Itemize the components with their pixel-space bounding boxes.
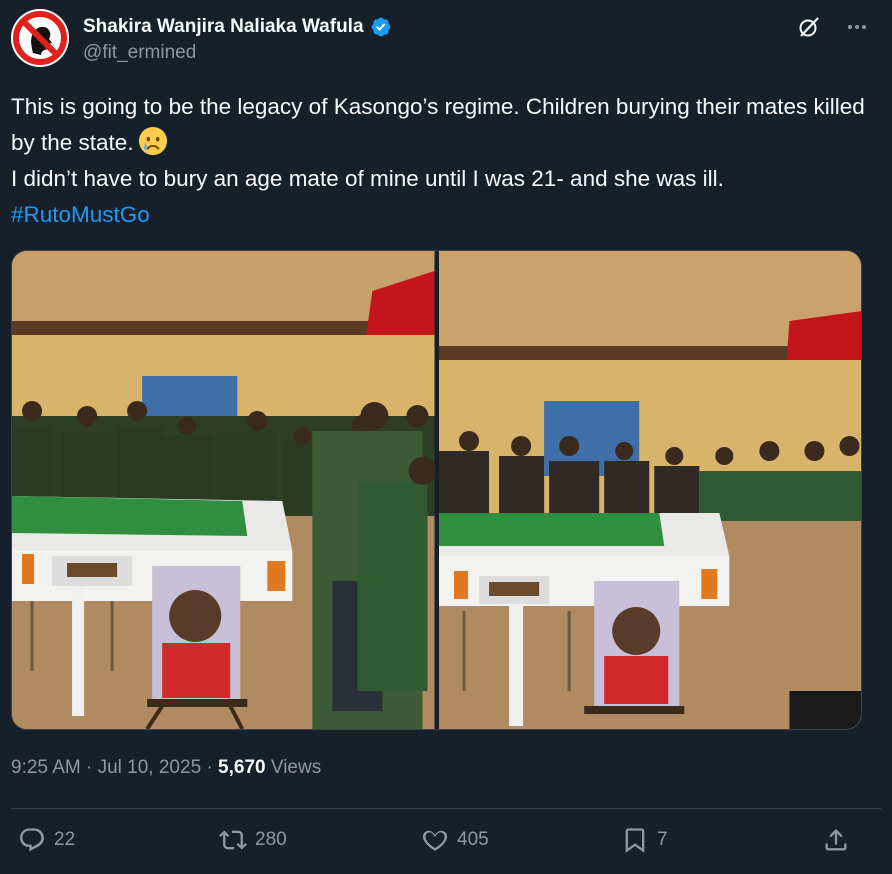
- grok-button[interactable]: [794, 12, 824, 42]
- post-meta: 9:25 AM · Jul 10, 2025 · 5,670 Views: [11, 757, 321, 779]
- post-date[interactable]: Jul 10, 2025: [98, 757, 202, 778]
- grok-icon: [799, 17, 819, 37]
- share-button[interactable]: [822, 826, 850, 854]
- funeral-photo-right: [438, 251, 861, 729]
- more-icon: [848, 25, 866, 29]
- reply-icon: [20, 828, 44, 852]
- meta-separator-1: ·: [86, 757, 93, 778]
- repost-button[interactable]: 280: [219, 826, 287, 854]
- meta-separator-2: ·: [206, 757, 213, 778]
- bookmark-icon: [625, 828, 645, 853]
- post-text-line-1: This is going to be the legacy of Kasong…: [11, 89, 871, 161]
- repost-count: 280: [255, 829, 287, 850]
- top-actions: [794, 12, 872, 42]
- reply-count: 22: [54, 829, 76, 850]
- like-count: 405: [457, 829, 489, 850]
- author-avatar[interactable]: [11, 9, 69, 67]
- verified-badge-icon: [371, 17, 390, 37]
- photo-2[interactable]: [438, 251, 861, 729]
- like-button[interactable]: 405: [421, 826, 489, 854]
- media-grid: [11, 250, 862, 730]
- author-handle[interactable]: @fit_ermined: [83, 42, 196, 64]
- post-hashtag-line: #RutoMustGo: [11, 197, 871, 233]
- hashtag-link[interactable]: #RutoMustGo: [11, 202, 150, 227]
- actions-divider: [11, 808, 881, 809]
- post-header: Shakira Wanjira Naliaka Wafula @fit_ermi…: [11, 6, 872, 68]
- bookmark-count: 7: [657, 829, 668, 850]
- author-name-row: Shakira Wanjira Naliaka Wafula: [83, 16, 392, 38]
- more-button[interactable]: [842, 12, 872, 42]
- bookmark-button[interactable]: 7: [621, 826, 668, 854]
- crying-face-icon: [138, 126, 167, 156]
- reply-button[interactable]: 22: [18, 826, 75, 854]
- views-count: 5,670: [218, 757, 266, 778]
- repost-icon: [219, 830, 247, 850]
- author-display-name[interactable]: Shakira Wanjira Naliaka Wafula: [83, 16, 364, 38]
- photo-1[interactable]: [12, 251, 435, 729]
- views-label: Views: [270, 757, 322, 778]
- like-icon: [422, 830, 448, 851]
- funeral-photo-left: [12, 251, 435, 729]
- post-text-line-2: I didn’t have to bury an age mate of min…: [11, 166, 724, 191]
- no-symbol-avatar-icon: [11, 9, 69, 67]
- post-time[interactable]: 9:25 AM: [11, 757, 81, 778]
- action-bar: 22 280 405 7: [0, 826, 892, 866]
- post-text: This is going to be the legacy of Kasong…: [11, 89, 871, 233]
- share-icon: [825, 829, 847, 851]
